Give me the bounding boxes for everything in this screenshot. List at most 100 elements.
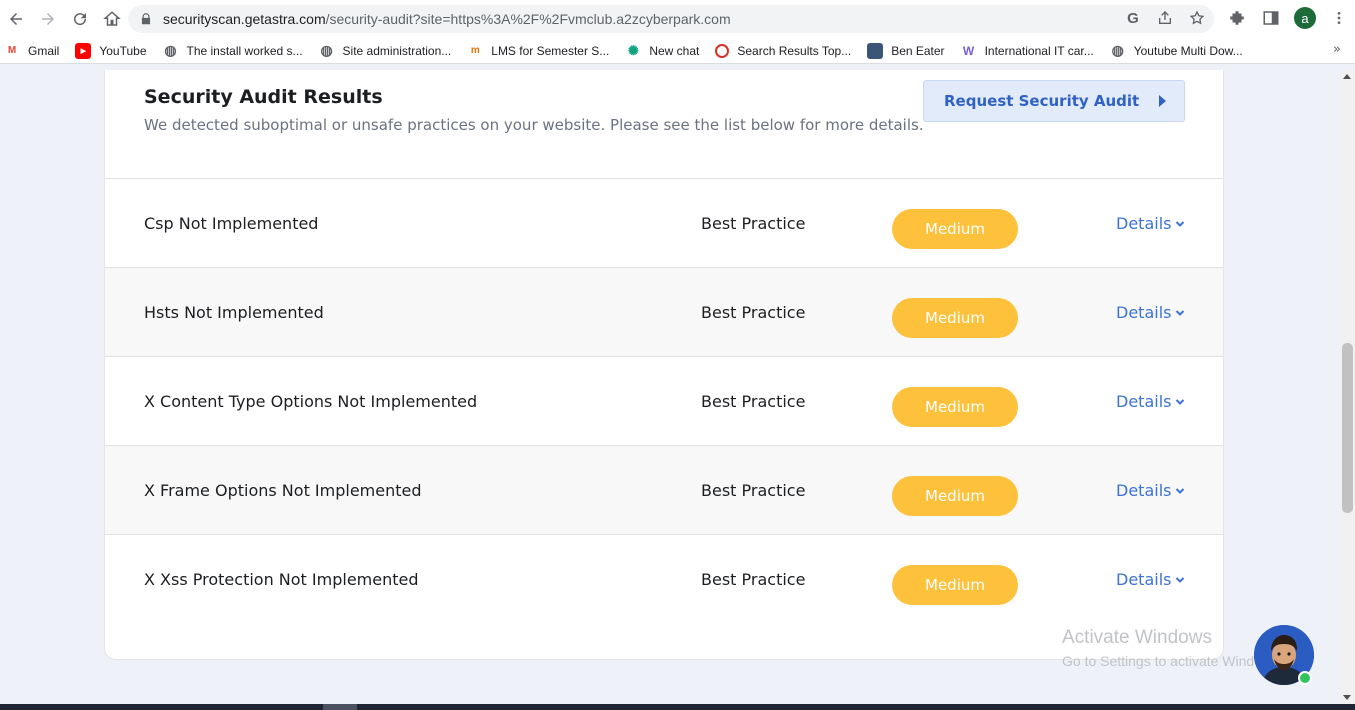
vulnerability-name: X Content Type Options Not Implemented xyxy=(144,392,478,411)
url-text: securityscan.getastra.com/security-audit… xyxy=(163,11,731,27)
address-bar[interactable]: securityscan.getastra.com/security-audit… xyxy=(128,5,1214,33)
google-lens-icon[interactable]: G xyxy=(1124,9,1142,27)
bookmark-youtube[interactable]: ▶ YouTube xyxy=(75,42,147,59)
bookmark-label: YouTube xyxy=(99,43,147,58)
reload-button[interactable] xyxy=(64,3,96,35)
home-button[interactable] xyxy=(96,3,128,35)
bookmark-star-icon[interactable] xyxy=(1188,9,1206,27)
severity-badge: Medium xyxy=(892,476,1018,516)
chevron-down-icon xyxy=(1176,576,1185,583)
more-bookmarks-icon[interactable]: » xyxy=(1333,42,1341,57)
url-path: /security-audit?site=https%3A%2F%2Fvmclu… xyxy=(325,11,731,27)
scroll-down-arrow-icon[interactable] xyxy=(1343,695,1351,700)
vulnerability-category: Best Practice xyxy=(701,214,806,233)
side-panel-icon[interactable] xyxy=(1260,6,1282,30)
forward-button[interactable] xyxy=(32,3,64,35)
details-toggle[interactable]: Details xyxy=(1116,357,1185,446)
lock-icon xyxy=(141,13,151,25)
reload-icon xyxy=(74,13,87,26)
bookmark-label: International IT car... xyxy=(984,43,1094,58)
scrollbar-thumb[interactable] xyxy=(1342,343,1353,513)
scroll-up-arrow-icon[interactable] xyxy=(1343,74,1351,79)
bookmark-site-administration[interactable]: ◍ Site administration... xyxy=(319,42,452,59)
bookmark-lms[interactable]: m LMS for Semester S... xyxy=(467,43,610,59)
table-row: X Frame Options Not Implemented Best Pra… xyxy=(105,446,1223,535)
play-arrow-icon xyxy=(1159,95,1166,107)
request-security-audit-button[interactable]: Request Security Audit xyxy=(923,80,1185,122)
bookmark-label: Youtube Multi Dow... xyxy=(1133,43,1243,58)
extensions-icon[interactable] xyxy=(1226,6,1248,30)
bookmark-label: Site administration... xyxy=(342,43,452,58)
bookmark-label: Ben Eater xyxy=(891,43,945,58)
chevron-down-icon xyxy=(1176,398,1185,405)
online-status-indicator xyxy=(1298,671,1312,685)
severity-badge: Medium xyxy=(892,565,1018,605)
chatgpt-icon: ✺ xyxy=(627,42,639,58)
browser-toolbar: securityscan.getastra.com/security-audit… xyxy=(0,0,1355,38)
menu-kebab-icon[interactable] xyxy=(1328,6,1350,30)
taskbar-edge xyxy=(0,704,1355,710)
home-icon xyxy=(103,11,121,26)
request-button-label: Request Security Audit xyxy=(944,92,1140,110)
share-icon[interactable] xyxy=(1156,9,1174,27)
search-results-icon xyxy=(715,43,730,58)
page-subtitle: We detected suboptimal or unsafe practic… xyxy=(144,116,924,134)
taskbar-active-item[interactable] xyxy=(323,704,357,710)
globe-icon: ◍ xyxy=(1111,42,1124,58)
bookmark-label: The install worked s... xyxy=(186,43,303,58)
details-toggle[interactable]: Details xyxy=(1116,446,1185,535)
details-label: Details xyxy=(1116,214,1172,233)
chevron-down-icon xyxy=(1176,487,1185,494)
details-toggle[interactable]: Details xyxy=(1116,268,1185,357)
severity-badge: Medium xyxy=(892,209,1018,249)
severity-badge: Medium xyxy=(892,298,1018,338)
page-title: Security Audit Results xyxy=(144,86,383,108)
bookmark-new-chat[interactable]: ✺ New chat xyxy=(625,43,699,59)
severity-badge: Medium xyxy=(892,387,1018,427)
watermark-title: Activate Windows xyxy=(1062,627,1212,648)
vulnerability-category: Best Practice xyxy=(701,481,806,500)
vulnerability-category: Best Practice xyxy=(701,392,806,411)
vulnerability-category: Best Practice xyxy=(701,303,806,322)
vulnerability-name: X Xss Protection Not Implemented xyxy=(144,570,419,589)
table-row: X Xss Protection Not Implemented Best Pr… xyxy=(105,535,1223,624)
table-row: Csp Not Implemented Best Practice Medium… xyxy=(105,179,1223,268)
details-toggle[interactable]: Details xyxy=(1116,179,1185,268)
card-header: Security Audit Results We detected subop… xyxy=(105,70,1223,179)
chevron-down-icon xyxy=(1176,220,1185,227)
lms-icon: m xyxy=(470,45,480,56)
audit-results-card: Security Audit Results We detected subop… xyxy=(104,70,1224,660)
globe-icon: ◍ xyxy=(320,42,333,58)
vulnerability-category: Best Practice xyxy=(701,570,806,589)
bookmarks-bar: M Gmail ▶ YouTube ◍ The install worked s...… xyxy=(0,38,1355,64)
bookmark-international-it[interactable]: W International IT car... xyxy=(961,43,1094,59)
back-button[interactable] xyxy=(0,3,32,35)
windows-activation-watermark: Activate Windows Go to Settings to activ… xyxy=(1062,627,1283,669)
details-toggle[interactable]: Details xyxy=(1116,535,1185,624)
gmail-icon: M xyxy=(7,45,17,56)
table-row: X Content Type Options Not Implemented B… xyxy=(105,357,1223,446)
bookmark-search-results[interactable]: Search Results Top... xyxy=(715,43,852,58)
page-scrollbar[interactable] xyxy=(1340,70,1355,704)
table-row: Hsts Not Implemented Best Practice Mediu… xyxy=(105,268,1223,357)
youtube-icon: ▶ xyxy=(75,42,92,59)
bookmark-label: New chat xyxy=(649,43,700,58)
bookmark-ben-eater[interactable]: Ben Eater xyxy=(867,42,945,59)
page-viewport: Security Audit Results We detected subop… xyxy=(0,70,1340,704)
url-host: securityscan.getastra.com xyxy=(163,11,326,27)
bookmark-label: LMS for Semester S... xyxy=(491,43,610,58)
chevron-down-icon xyxy=(1176,309,1185,316)
vulnerability-name: Csp Not Implemented xyxy=(144,214,319,233)
forward-arrow-icon xyxy=(42,13,54,25)
watermark-subtitle: Go to Settings to activate Windows. xyxy=(1062,653,1283,669)
bookmark-youtube-multi[interactable]: ◍ Youtube Multi Dow... xyxy=(1110,42,1243,59)
details-label: Details xyxy=(1116,481,1172,500)
profile-avatar[interactable]: a xyxy=(1294,7,1316,29)
bookmark-gmail[interactable]: M Gmail xyxy=(4,43,60,59)
bookmark-label: Search Results Top... xyxy=(737,43,852,58)
international-it-icon: W xyxy=(962,43,975,58)
vulnerability-name: Hsts Not Implemented xyxy=(144,303,324,322)
ben-eater-icon xyxy=(867,42,884,59)
details-label: Details xyxy=(1116,392,1172,411)
bookmark-install-worked[interactable]: ◍ The install worked s... xyxy=(163,42,303,59)
